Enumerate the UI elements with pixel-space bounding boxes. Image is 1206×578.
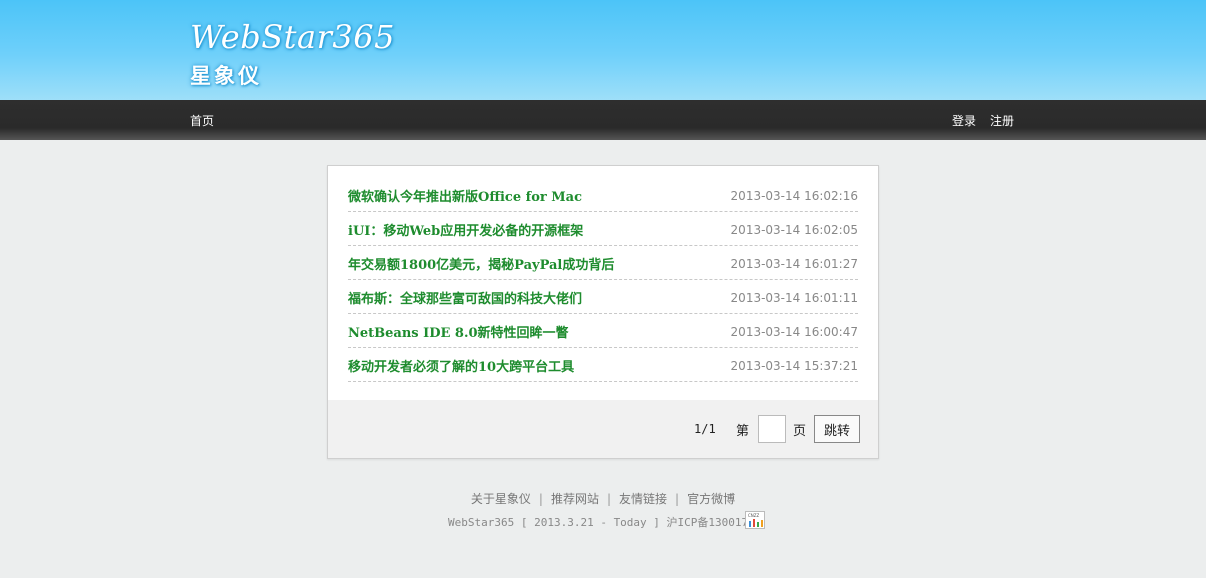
article-list-panel: 微软确认今年推出新版Office for Mac 2013-03-14 16:0…: [327, 165, 879, 459]
article-title-link[interactable]: iUI：移动Web应用开发必备的开源框架: [348, 220, 583, 239]
stats-bar: [749, 521, 751, 527]
page-count: 1/1: [694, 422, 716, 436]
stats-bar: [761, 520, 763, 527]
nav-login-link[interactable]: 登录: [952, 112, 976, 129]
nav-register-link[interactable]: 注册: [990, 112, 1014, 129]
pagination-bar: 1/1 第 页 跳转: [328, 400, 878, 458]
article-date: 2013-03-14 16:02:16: [730, 188, 858, 203]
stats-bar: [753, 519, 755, 527]
main-navbar: 首页 登录 注册: [0, 100, 1206, 140]
article-date: 2013-03-14 15:37:21: [730, 358, 858, 373]
footer-copyright: WebStar365 [ 2013.3.21 - Today ] 沪ICP备13…: [448, 516, 762, 529]
footer-links: 关于星象仪 | 推荐网站 | 友情链接 | 官方微博: [0, 490, 1206, 507]
site-logo-text[interactable]: WebStar365: [190, 18, 395, 56]
article-title-link[interactable]: 微软确认今年推出新版Office for Mac: [348, 186, 582, 205]
stats-icon-label: CNZZ: [748, 513, 760, 518]
article-date: 2013-03-14 16:01:11: [730, 290, 858, 305]
site-header: WebStar365 星象仪: [0, 0, 1206, 100]
site-logo-subtitle[interactable]: 星象仪: [190, 60, 262, 90]
page-suffix-label: 页: [793, 424, 807, 439]
article-date: 2013-03-14 16:02:05: [730, 222, 858, 237]
page-number-input[interactable]: [758, 415, 786, 443]
article-date: 2013-03-14 16:00:47: [730, 324, 858, 339]
footer-link-recommended[interactable]: 推荐网站: [551, 492, 599, 506]
page-prefix-label: 第: [736, 424, 750, 439]
article-title-link[interactable]: 福布斯：全球那些富可敌国的科技大佬们: [348, 288, 582, 307]
list-item: 移动开发者必须了解的10大跨平台工具 2013-03-14 15:37:21: [348, 348, 858, 382]
footer-link-about[interactable]: 关于星象仪: [471, 492, 531, 506]
list-item: 微软确认今年推出新版Office for Mac 2013-03-14 16:0…: [348, 178, 858, 212]
nav-home-link[interactable]: 首页: [190, 112, 214, 129]
footer-link-friends[interactable]: 友情链接: [619, 492, 667, 506]
article-list: 微软确认今年推出新版Office for Mac 2013-03-14 16:0…: [348, 178, 858, 382]
stats-bar: [757, 522, 759, 527]
stats-chart-graphic: CNZZ: [748, 513, 763, 527]
footer-separator: |: [538, 492, 543, 506]
list-item: iUI：移动Web应用开发必备的开源框架 2013-03-14 16:02:05: [348, 212, 858, 246]
article-date: 2013-03-14 16:01:27: [730, 256, 858, 271]
footer-separator: |: [606, 492, 612, 506]
list-item: 福布斯：全球那些富可敌国的科技大佬们 2013-03-14 16:01:11: [348, 280, 858, 314]
article-title-link[interactable]: 移动开发者必须了解的10大跨平台工具: [348, 356, 574, 375]
footer-separator: |: [675, 492, 680, 506]
bar-chart-icon[interactable]: CNZZ: [745, 511, 765, 529]
list-item: 年交易额1800亿美元，揭秘PayPal成功背后 2013-03-14 16:0…: [348, 246, 858, 280]
jump-button[interactable]: 跳转: [814, 415, 860, 443]
footer-link-weibo[interactable]: 官方微博: [687, 492, 735, 506]
list-item: NetBeans IDE 8.0新特性回眸一瞥 2013-03-14 16:00…: [348, 314, 858, 348]
article-title-link[interactable]: NetBeans IDE 8.0新特性回眸一瞥: [348, 322, 569, 341]
article-title-link[interactable]: 年交易额1800亿美元，揭秘PayPal成功背后: [348, 254, 614, 273]
